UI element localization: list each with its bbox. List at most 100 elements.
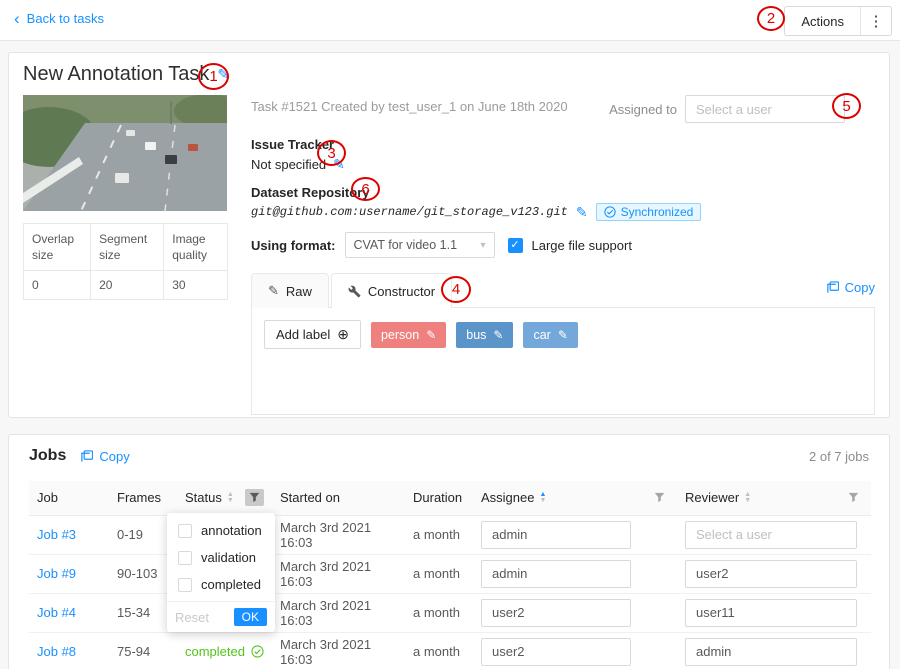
labels-copy-link[interactable]: Copy <box>826 280 875 295</box>
reviewer-cell <box>677 554 871 593</box>
assigned-to-label: Assigned to <box>609 102 677 117</box>
reviewer-input[interactable] <box>685 638 857 666</box>
duration-cell: a month <box>405 554 473 593</box>
assignee-select-input[interactable] <box>685 95 845 123</box>
assignee-input[interactable] <box>481 521 631 549</box>
duration-cell: a month <box>405 632 473 669</box>
column-header-frames[interactable]: Frames <box>109 481 177 515</box>
reviewer-filter-icon[interactable] <box>844 489 863 506</box>
column-header-status[interactable]: Status ▲▼ <box>177 481 272 515</box>
filter-ok-button[interactable]: OK <box>234 608 267 626</box>
format-select-value: CVAT for video 1.1 <box>354 238 458 252</box>
job-link[interactable]: Job #8 <box>37 644 76 659</box>
column-header-assignee[interactable]: Assignee ▲▼ <box>473 481 677 515</box>
annotation-circle-4: 4 <box>441 276 471 303</box>
column-header-job[interactable]: Job <box>29 481 109 515</box>
edit-label-bus-icon[interactable]: ✎ <box>493 328 503 342</box>
reviewer-cell <box>677 515 871 554</box>
wrench-icon <box>348 285 361 298</box>
tab-constructor[interactable]: Constructor <box>331 273 452 308</box>
job-row-8: Job #8 75-94 completed March 3rd 2021 16… <box>29 632 871 669</box>
job-cell: Job #4 <box>29 593 109 632</box>
status-filter-dropdown: annotation validation completed Reset OK <box>167 513 275 632</box>
edit-repository-icon[interactable]: ✎ <box>576 204 588 221</box>
filter-option-annotation[interactable]: annotation <box>167 517 275 544</box>
checkbox-annotation[interactable] <box>178 524 192 538</box>
format-select[interactable]: CVAT for video 1.1 ▾ <box>345 232 495 258</box>
jobs-title: Jobs <box>29 447 66 465</box>
job-cell: Job #3 <box>29 515 109 554</box>
back-to-tasks-link[interactable]: ‹ Back to tasks <box>14 11 104 26</box>
sort-icons[interactable]: ▲▼ <box>539 492 546 504</box>
assignee-input[interactable] <box>481 560 631 588</box>
started-cell: March 3rd 2021 16:03 <box>272 515 405 554</box>
annotation-circle-1: 1 <box>198 63 229 90</box>
label-tag-car[interactable]: car ✎ <box>523 322 577 348</box>
started-cell: March 3rd 2021 16:03 <box>272 632 405 669</box>
duration-cell: a month <box>405 515 473 554</box>
filter-option-completed[interactable]: completed <box>167 571 275 598</box>
add-label-button[interactable]: Add label ⊕ <box>264 320 361 349</box>
labels-tabs: ✎ Raw Constructor Copy <box>251 272 875 308</box>
status-completed: completed <box>185 644 264 659</box>
using-format-label: Using format: <box>251 238 336 253</box>
pencil-icon: ✎ <box>268 283 279 299</box>
large-file-checkbox[interactable]: ✓ <box>508 238 523 253</box>
assignee-cell <box>473 593 677 632</box>
sort-icons[interactable]: ▲▼ <box>227 492 234 504</box>
jobs-table: Job Frames Status ▲▼ Started on Duration <box>29 481 871 669</box>
label-tag-person[interactable]: person ✎ <box>371 322 446 348</box>
reviewer-input[interactable] <box>685 599 857 627</box>
add-label-text: Add label <box>276 327 330 342</box>
task-details-card: New Annotation Task ✎ <box>8 52 890 418</box>
status-filter-icon[interactable] <box>245 489 264 506</box>
edit-label-person-icon[interactable]: ✎ <box>426 328 436 342</box>
label-tag-bus[interactable]: bus ✎ <box>456 322 513 348</box>
reviewer-cell <box>677 593 871 632</box>
assignee-input[interactable] <box>481 638 631 666</box>
reviewer-input[interactable] <box>685 560 857 588</box>
assignee-cell <box>473 632 677 669</box>
jobs-copy-link[interactable]: Copy <box>80 449 129 464</box>
param-value-quality: 30 <box>164 271 228 300</box>
filter-option-validation[interactable]: validation <box>167 544 275 571</box>
jobs-header: Jobs Copy 2 of 7 jobs <box>29 447 869 465</box>
copy-icon <box>826 281 839 294</box>
reviewer-input[interactable] <box>685 521 857 549</box>
actions-button[interactable]: Actions ⋮ <box>784 6 892 36</box>
label-tag-bus-name: bus <box>466 328 486 342</box>
tab-raw-label: Raw <box>286 284 312 299</box>
jobs-table-header-row: Job Frames Status ▲▼ Started on Duration <box>29 481 871 515</box>
started-cell: March 3rd 2021 16:03 <box>272 554 405 593</box>
column-header-started[interactable]: Started on <box>272 481 405 515</box>
job-link[interactable]: Job #9 <box>37 566 76 581</box>
labels-copy-label: Copy <box>845 280 875 295</box>
column-header-duration[interactable]: Duration <box>405 481 473 515</box>
edit-label-car-icon[interactable]: ✎ <box>558 328 568 342</box>
more-actions-icon[interactable]: ⋮ <box>861 12 891 30</box>
filter-footer: Reset OK <box>167 601 275 632</box>
job-link[interactable]: Job #4 <box>37 605 76 620</box>
param-header-segment: Segment size <box>91 224 164 271</box>
assignee-filter-icon[interactable] <box>650 489 669 506</box>
job-link[interactable]: Job #3 <box>37 527 76 542</box>
job-cell: Job #9 <box>29 554 109 593</box>
task-preview-image <box>23 95 227 211</box>
plus-circle-icon: ⊕ <box>337 326 349 343</box>
job-row-4: Job #4 15-34 March 3rd 2021 16:03 a mont… <box>29 593 871 632</box>
filter-reset-button[interactable]: Reset <box>175 610 209 625</box>
assignee-input[interactable] <box>481 599 631 627</box>
assignee-cell <box>473 515 677 554</box>
sort-icons[interactable]: ▲▼ <box>744 492 751 504</box>
column-header-reviewer[interactable]: Reviewer ▲▼ <box>677 481 871 515</box>
frames-cell: 75-94 <box>109 632 177 669</box>
job-cell: Job #8 <box>29 632 109 669</box>
checkbox-completed[interactable] <box>178 578 192 592</box>
actions-label[interactable]: Actions <box>785 14 860 29</box>
tab-raw[interactable]: ✎ Raw <box>251 273 329 308</box>
checkbox-validation[interactable] <box>178 551 192 565</box>
labels-row: Add label ⊕ person ✎ bus ✎ car ✎ <box>264 320 578 349</box>
status-cell: completed <box>177 632 272 669</box>
param-header-overlap: Overlap size <box>24 224 91 271</box>
reviewer-cell <box>677 632 871 669</box>
